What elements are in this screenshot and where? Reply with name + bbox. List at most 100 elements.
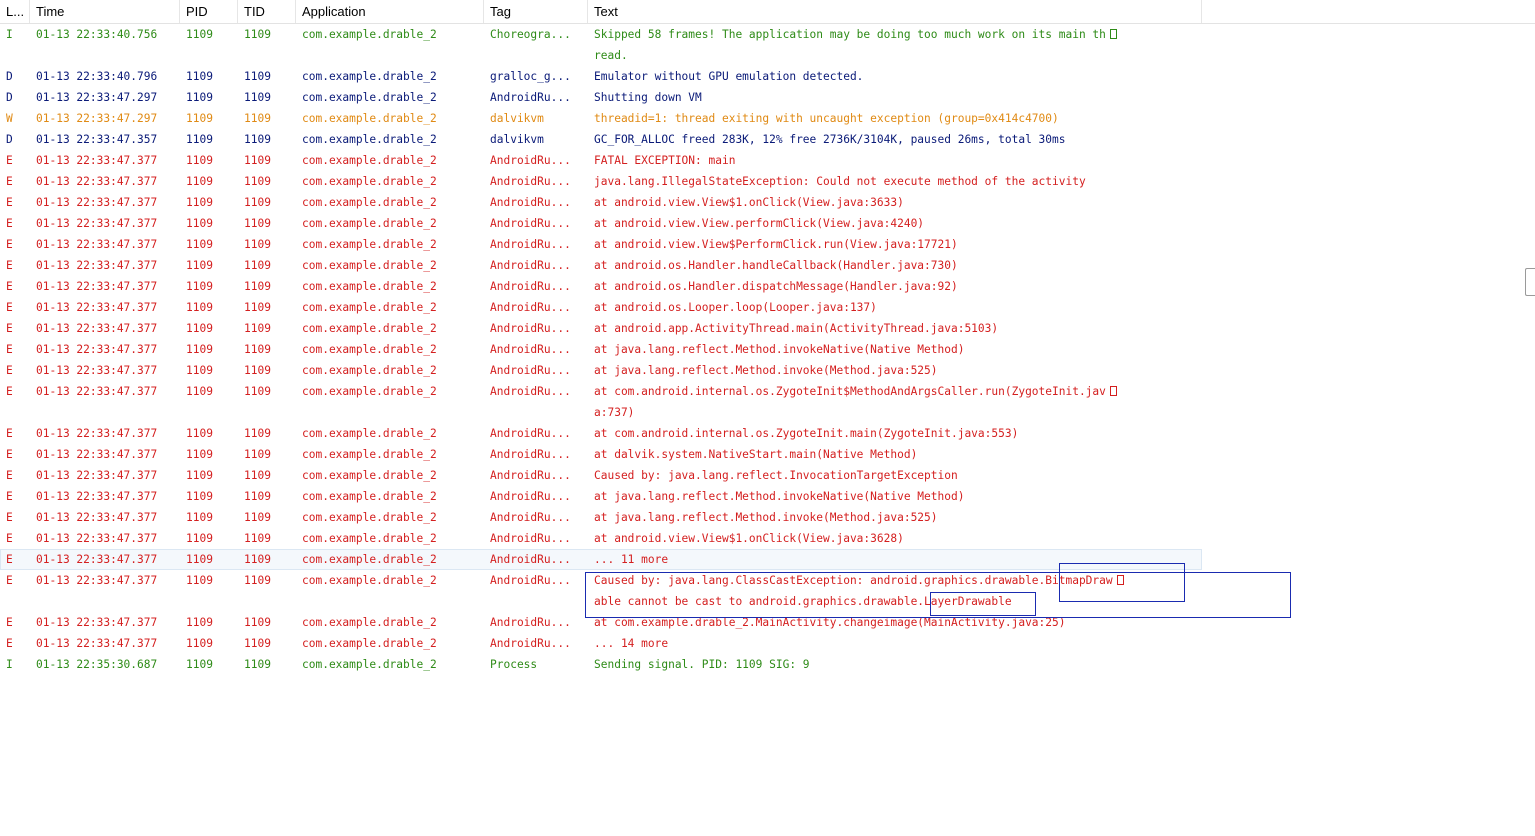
cell-text: at android.os.Looper.loop(Looper.java:13… — [594, 297, 1154, 318]
table-row[interactable]: E 01-13 22:33:47.377 1109 1109 com.example.d… — [0, 339, 1202, 360]
cell-tid: 1109 — [244, 318, 294, 339]
cell-tid: 1109 — [244, 108, 294, 129]
cell-time-value: 01-13 22:35:30.687 — [36, 658, 158, 671]
table-row[interactable]: D 01-13 22:33:40.796 1109 1109 com.example.d… — [0, 66, 1202, 87]
cell-time-value: 01-13 22:33:47.377 — [36, 385, 158, 398]
table-row[interactable]: W 01-13 22:33:47.297 1109 1109 com.example.d… — [0, 108, 1202, 129]
cell-tid: 1109 — [244, 570, 294, 591]
cell-tag: AndroidRu... — [490, 192, 586, 213]
table-row[interactable]: E 01-13 22:33:47.377 1109 1109 com.example.d… — [0, 549, 1202, 570]
cell-tid-value: 1109 — [244, 469, 271, 482]
cell-tid-value: 1109 — [244, 154, 271, 167]
cell-application: com.example.drable_2 — [302, 192, 484, 213]
scrollbar-handle[interactable] — [1525, 268, 1535, 296]
cell-tid-value: 1109 — [244, 364, 271, 377]
cell-text: Skipped 58 frames! The application may b… — [594, 24, 1154, 45]
table-row[interactable]: E 01-13 22:33:47.377 1109 1109 com.example.d… — [0, 486, 1202, 507]
table-row[interactable]: E 01-13 22:33:47.377 1109 1109 com.example.d… — [0, 528, 1202, 549]
cell-tag: AndroidRu... — [490, 87, 586, 108]
cell-application: com.example.drable_2 — [302, 507, 484, 528]
cell-tid-value: 1109 — [244, 259, 271, 272]
table-row[interactable]: E 01-13 22:33:47.377 1109 1109 com.example.d… — [0, 297, 1202, 318]
cell-tag: AndroidRu... — [490, 423, 586, 444]
cell-application: com.example.drable_2 — [302, 549, 484, 570]
table-row[interactable]: E 01-13 22:33:47.377 1109 1109 com.example.d… — [0, 255, 1202, 276]
cell-time: 01-13 22:33:47.377 — [36, 423, 180, 444]
column-header-tag[interactable]: Tag — [484, 0, 588, 23]
table-row[interactable]: E 01-13 22:33:47.377 1109 1109 com.example.d… — [0, 381, 1202, 423]
table-row[interactable]: E 01-13 22:33:47.377 1109 1109 com.example.d… — [0, 318, 1202, 339]
cell-text-continuation: able cannot be cast to android.graphics.… — [594, 595, 1012, 608]
cell-pid: 1109 — [186, 66, 236, 87]
cell-time: 01-13 22:33:47.377 — [36, 612, 180, 633]
table-row[interactable]: E 01-13 22:33:47.377 1109 1109 com.example.d… — [0, 507, 1202, 528]
cell-tag: AndroidRu... — [490, 486, 586, 507]
cell-tid: 1109 — [244, 150, 294, 171]
cell-pid: 1109 — [186, 129, 236, 150]
cell-level-value: E — [6, 490, 13, 503]
table-row[interactable]: E 01-13 22:33:47.377 1109 1109 com.example.d… — [0, 150, 1202, 171]
table-row[interactable]: E 01-13 22:33:47.377 1109 1109 com.example.d… — [0, 360, 1202, 381]
wrap-continuation-box-icon — [1109, 386, 1117, 396]
cell-tag-value: AndroidRu... — [490, 259, 571, 272]
log-rows: I 01-13 22:33:40.756 1109 1109 com.example.d… — [0, 24, 1202, 675]
cell-time-value: 01-13 22:33:47.377 — [36, 259, 158, 272]
cell-level: I — [6, 24, 26, 45]
table-row[interactable]: E 01-13 22:33:47.377 1109 1109 com.example.d… — [0, 276, 1202, 297]
cell-time-value: 01-13 22:33:47.297 — [36, 91, 158, 104]
cell-time-value: 01-13 22:33:47.377 — [36, 469, 158, 482]
column-header-level[interactable]: L... — [0, 0, 30, 23]
cell-text-value: at android.view.View.performClick(View.j… — [594, 217, 925, 230]
cell-level: E — [6, 192, 26, 213]
table-row[interactable]: E 01-13 22:33:47.377 1109 1109 com.example.d… — [0, 192, 1202, 213]
cell-tag: gralloc_g... — [490, 66, 586, 87]
column-header-text[interactable]: Text — [588, 0, 1202, 23]
column-header-application[interactable]: Application — [296, 0, 484, 23]
cell-pid: 1109 — [186, 213, 236, 234]
cell-tag: AndroidRu... — [490, 570, 586, 591]
table-row[interactable]: E 01-13 22:33:47.377 1109 1109 com.example.d… — [0, 570, 1202, 612]
table-row[interactable]: E 01-13 22:33:47.377 1109 1109 com.example.d… — [0, 171, 1202, 192]
table-row[interactable]: D 01-13 22:33:47.297 1109 1109 com.example.d… — [0, 87, 1202, 108]
table-row[interactable]: E 01-13 22:33:47.377 1109 1109 com.example.d… — [0, 444, 1202, 465]
cell-tid: 1109 — [244, 171, 294, 192]
table-row[interactable]: E 01-13 22:33:47.377 1109 1109 com.example.d… — [0, 612, 1202, 633]
cell-pid: 1109 — [186, 108, 236, 129]
cell-text: ... 14 more — [594, 633, 1154, 654]
cell-text-value: at java.lang.reflect.Method.invoke(Metho… — [594, 511, 938, 524]
table-row[interactable]: D 01-13 22:33:47.357 1109 1109 com.example.d… — [0, 129, 1202, 150]
cell-level: E — [6, 255, 26, 276]
cell-tag-value: AndroidRu... — [490, 511, 571, 524]
cell-pid-value: 1109 — [186, 511, 213, 524]
cell-time: 01-13 22:33:47.377 — [36, 486, 180, 507]
cell-pid-value: 1109 — [186, 280, 213, 293]
column-header-tid[interactable]: TID — [238, 0, 296, 23]
table-row[interactable]: E 01-13 22:33:47.377 1109 1109 com.example.d… — [0, 213, 1202, 234]
table-row[interactable]: E 01-13 22:33:47.377 1109 1109 com.example.d… — [0, 465, 1202, 486]
column-header-pid[interactable]: PID — [180, 0, 238, 23]
cell-level-value: E — [6, 343, 13, 356]
cell-application: com.example.drable_2 — [302, 339, 484, 360]
table-row[interactable]: E 01-13 22:33:47.377 1109 1109 com.example.d… — [0, 633, 1202, 654]
cell-application-value: com.example.drable_2 — [302, 532, 437, 545]
cell-application-value: com.example.drable_2 — [302, 28, 437, 41]
table-row[interactable]: E 01-13 22:33:47.377 1109 1109 com.example.d… — [0, 423, 1202, 444]
cell-level: E — [6, 381, 26, 402]
cell-tag: AndroidRu... — [490, 549, 586, 570]
cell-tag-value: AndroidRu... — [490, 532, 571, 545]
cell-application: com.example.drable_2 — [302, 381, 484, 402]
cell-text: at com.android.internal.os.ZygoteInit$Me… — [594, 381, 1154, 402]
cell-application: com.example.drable_2 — [302, 612, 484, 633]
table-row[interactable]: I 01-13 22:35:30.687 1109 1109 com.example.d… — [0, 654, 1202, 675]
cell-level-value: E — [6, 175, 13, 188]
table-row[interactable]: E 01-13 22:33:47.377 1109 1109 com.example.d… — [0, 234, 1202, 255]
cell-tag-value: Choreogra... — [490, 28, 571, 41]
cell-time: 01-13 22:33:47.357 — [36, 129, 180, 150]
table-row[interactable]: I 01-13 22:33:40.756 1109 1109 com.example.d… — [0, 24, 1202, 66]
column-header-time[interactable]: Time — [30, 0, 180, 23]
cell-time: 01-13 22:33:47.377 — [36, 570, 180, 591]
cell-level: E — [6, 318, 26, 339]
cell-level: E — [6, 612, 26, 633]
cell-level-value: E — [6, 385, 13, 398]
cell-pid: 1109 — [186, 171, 236, 192]
